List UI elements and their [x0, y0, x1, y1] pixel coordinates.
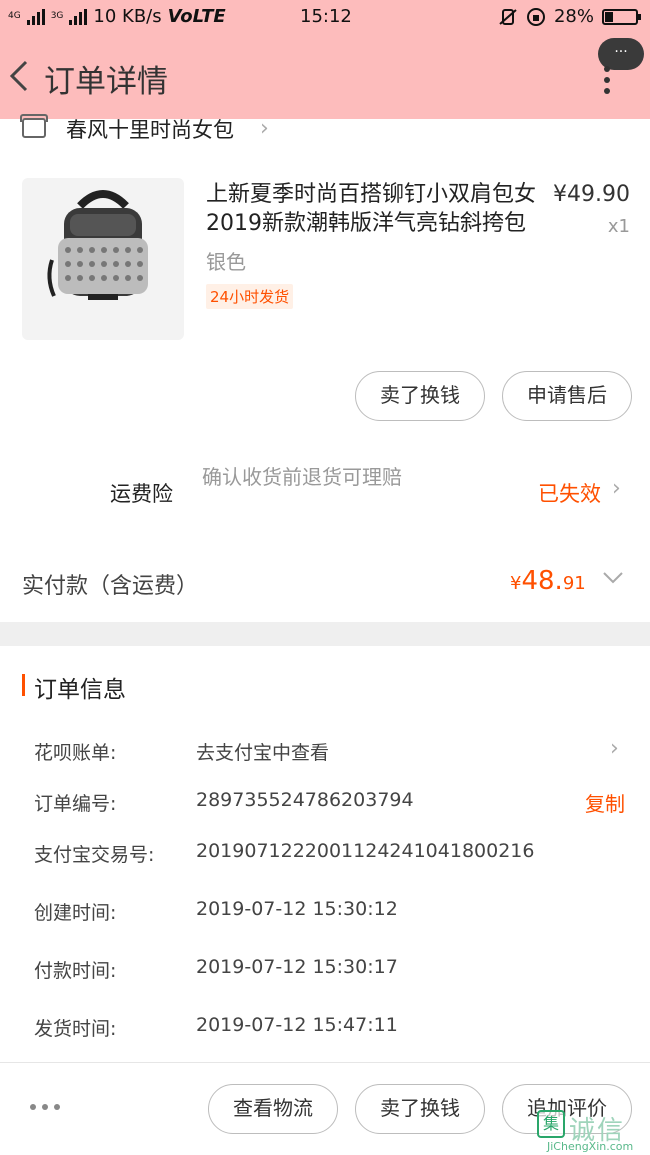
chevron-left-icon — [9, 60, 28, 92]
watermark-logo: 集 — [537, 1110, 565, 1138]
status-time: 15:12 — [300, 6, 352, 27]
section-accent-bar — [22, 674, 25, 696]
battery-percent: 28% — [553, 6, 594, 27]
order-number-label: 订单编号: — [34, 793, 117, 815]
order-number-value: 289735524786203794 — [196, 789, 414, 811]
signal-icon — [26, 8, 45, 25]
product-price: ¥49.90 — [553, 182, 630, 207]
product-image[interactable] — [22, 178, 184, 340]
currency-symbol: ¥ — [510, 573, 522, 594]
alipay-trade-label: 支付宝交易号: — [34, 844, 155, 866]
product-title[interactable]: 上新夏季时尚百搭铆钉小双肩包女2019新款潮韩版洋气亮钻斜挎包 — [206, 180, 536, 238]
shipped-time-label: 发货时间: — [34, 1018, 117, 1040]
after-sale-button[interactable]: 申请售后 — [502, 371, 632, 421]
shipped-time-value: 2019-07-12 15:47:11 — [196, 1014, 398, 1036]
product-quantity: x1 — [607, 216, 630, 237]
paid-time-label: 付款时间: — [34, 960, 117, 982]
chevron-right-icon: › — [260, 116, 269, 141]
more-actions-icon[interactable] — [30, 1104, 62, 1112]
volte-label: VoLTE — [167, 6, 226, 27]
shop-row[interactable]: 春风十里时尚女包 › — [0, 112, 650, 146]
page-title: 订单详情 — [44, 64, 168, 100]
battery-icon — [602, 8, 641, 25]
paid-amount-label: 实付款（含运费） — [22, 574, 199, 599]
created-time-value: 2019-07-12 15:30:12 — [196, 898, 398, 920]
bottom-bar-separator — [0, 1062, 650, 1063]
huabei-label: 花呗账单: — [34, 742, 117, 764]
copy-button[interactable]: 复制 — [585, 788, 625, 817]
vibrate-icon — [499, 8, 517, 25]
watermark: 集 诚信 JiChengXin.com — [533, 1104, 650, 1155]
paid-amount: ¥48.91 — [510, 566, 586, 596]
insurance-label: 运费险 — [110, 482, 173, 506]
chevron-right-icon[interactable]: › — [610, 736, 619, 761]
chevron-right-icon[interactable]: › — [612, 476, 621, 501]
paid-time-value: 2019-07-12 15:30:17 — [196, 956, 398, 978]
top-bar: 4G 3G 10 KB/s VoLTE 15:12 28% 订单详情 ··· — [0, 0, 650, 119]
status-bar: 4G 3G 10 KB/s VoLTE 15:12 28% — [0, 0, 650, 34]
shop-icon — [20, 114, 48, 138]
watermark-url: JiChengXin.com — [547, 1140, 634, 1153]
alipay-trade-value: 2019071222001124241041800216 — [196, 840, 535, 862]
network-4g-label: 4G — [8, 11, 21, 21]
chevron-down-icon[interactable] — [602, 570, 624, 584]
more-options-icon[interactable] — [600, 66, 614, 94]
product-sku: 银色 — [206, 250, 246, 274]
sell-for-cash-button[interactable]: 卖了换钱 — [355, 371, 485, 421]
rotation-lock-icon — [526, 7, 545, 26]
signal-icon-2 — [69, 8, 88, 25]
created-time-label: 创建时间: — [34, 902, 117, 924]
backpack-image — [47, 190, 148, 300]
amount-integer: 48. — [521, 566, 563, 596]
insurance-status[interactable]: 已失效 — [538, 478, 601, 508]
sell-for-cash-button-bottom[interactable]: 卖了换钱 — [355, 1084, 485, 1134]
order-info-title: 订单信息 — [34, 677, 126, 703]
amount-decimal: 91 — [562, 573, 586, 594]
network-speed: 10 KB/s — [93, 6, 162, 27]
section-divider — [0, 622, 650, 646]
shop-name: 春风十里时尚女包 — [66, 118, 234, 142]
huabei-value[interactable]: 去支付宝中查看 — [196, 738, 329, 765]
network-3g-label: 3G — [50, 11, 64, 21]
shipping-tag: 24小时发货 — [206, 284, 294, 309]
back-button[interactable] — [6, 58, 36, 94]
view-logistics-button[interactable]: 查看物流 — [208, 1084, 338, 1134]
insurance-description: 确认收货前退货可理赔 — [202, 465, 402, 489]
